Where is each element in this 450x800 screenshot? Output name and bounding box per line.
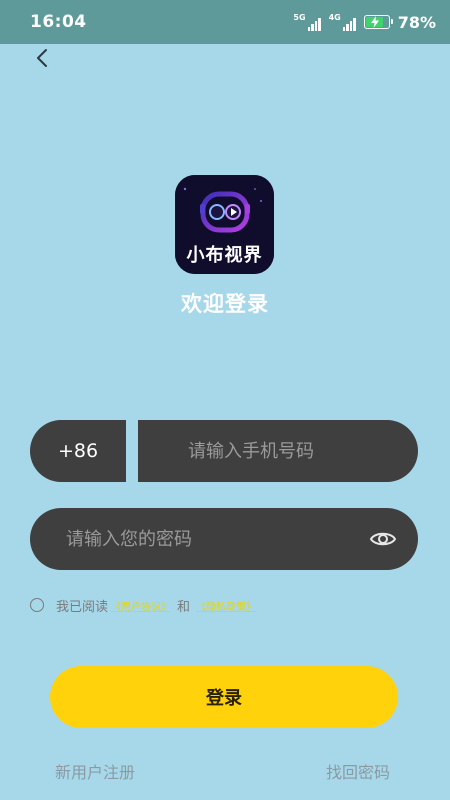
status-icons: 5G 4G 78% [293, 13, 436, 32]
forgot-password-link[interactable]: 找回密码 [326, 759, 390, 783]
status-bar: 16:04 5G 4G 78% [0, 0, 450, 44]
password-input[interactable] [30, 508, 358, 570]
battery-percent: 78% [397, 12, 436, 32]
register-link[interactable]: 新用户注册 [55, 759, 135, 783]
agreement-prefix: 我已阅读 [56, 599, 109, 615]
agreement-connector: 和 [177, 599, 191, 615]
password-visibility-toggle[interactable] [358, 508, 408, 570]
phone-input[interactable] [138, 420, 418, 482]
welcome-title: 欢迎登录 [181, 292, 269, 316]
signal-5g-icon: 5G [293, 13, 321, 31]
agreement-row: 我已阅读 《用户协议》 和 《隐私政策》 [30, 594, 259, 616]
privacy-policy-link[interactable]: 《隐私政策》 [196, 598, 256, 613]
back-button[interactable] [28, 44, 56, 72]
phone-input-wrapper [138, 420, 418, 482]
chevron-left-icon [37, 49, 47, 67]
status-time: 16:04 [30, 12, 87, 32]
battery-icon [363, 15, 393, 29]
app-logo: 小布视界 [175, 175, 274, 274]
signal-4g-icon: 4G [329, 13, 356, 31]
country-code-selector[interactable]: +86 [30, 420, 126, 482]
logo-text: 小布视界 [186, 245, 263, 266]
login-button[interactable]: 登录 [50, 666, 398, 728]
password-input-wrapper [30, 508, 418, 570]
login-screen: 16:04 5G 4G 78% 小布视界 欢迎登录 +86 请输入手机号码 我已… [0, 0, 450, 800]
agreement-checkbox[interactable] [30, 598, 44, 612]
eye-icon [369, 532, 397, 546]
user-agreement-link[interactable]: 《用户协议》 [111, 598, 171, 613]
